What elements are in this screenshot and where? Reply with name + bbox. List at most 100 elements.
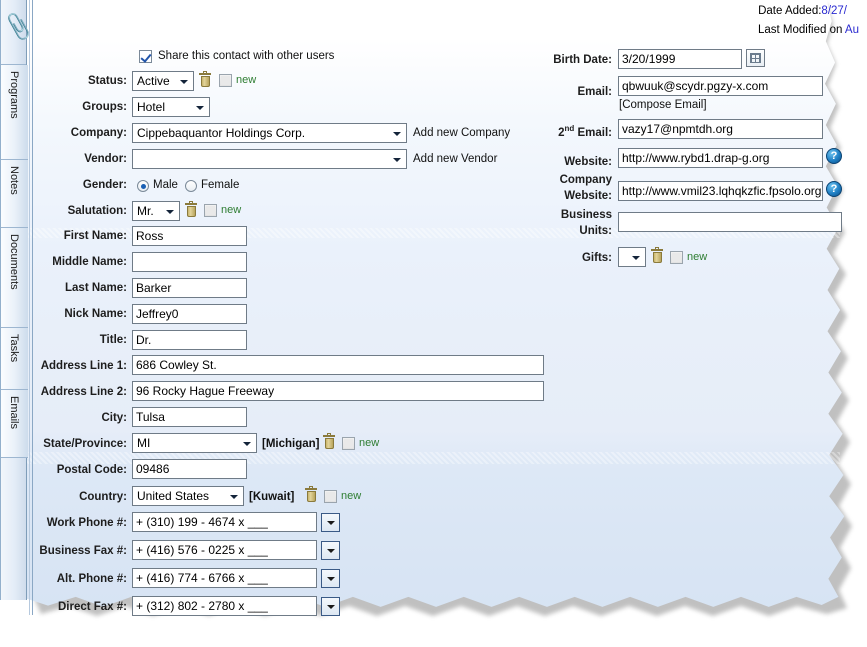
state-delete-icon[interactable] <box>323 433 335 449</box>
vendor-select[interactable] <box>132 149 407 169</box>
gender-male-label: Male <box>153 179 178 191</box>
sidebar-item-notes[interactable]: Notes <box>1 160 28 228</box>
sidebar-item-label: Documents <box>8 234 20 290</box>
business-fax-input[interactable]: + (416) 576 - 0225 x ___ <box>132 540 317 560</box>
salutation-delete-icon[interactable] <box>185 201 197 217</box>
calendar-icon[interactable] <box>746 49 765 67</box>
direct-fax-input[interactable]: + (312) 802 - 2780 x ___ <box>132 596 317 616</box>
status-select[interactable]: Active <box>132 71 194 91</box>
company-value: Cippebaquantor Holdings Corp. <box>137 126 306 140</box>
country-select[interactable]: United States <box>132 486 244 506</box>
city-label: City: <box>101 412 127 424</box>
status-new-label: new <box>236 74 257 86</box>
second-email-input[interactable]: vazy17@npmtdh.org <box>618 119 823 139</box>
sidebar-item-label: Notes <box>8 166 20 195</box>
country-resolved: [Kuwait] <box>249 491 295 503</box>
left-tab-strip: 📎 Programs Notes Documents Tasks Emails <box>0 0 35 600</box>
last-modified-label: Last Modified on <box>757 24 845 36</box>
gender-male-radio[interactable] <box>137 180 149 192</box>
share-contact-label: Share this contact with other users <box>158 50 335 62</box>
country-new-checkbox[interactable] <box>324 490 337 503</box>
alt-phone-input[interactable]: + (416) 774 - 6766 x ___ <box>132 568 317 588</box>
country-value: United States <box>137 489 210 503</box>
state-province-label: State/Province: <box>43 438 127 450</box>
city-input[interactable]: Tulsa <box>132 407 247 427</box>
country-delete-icon[interactable] <box>305 486 317 502</box>
chevron-down-icon <box>632 256 640 260</box>
business-units-input[interactable] <box>618 212 842 232</box>
date-added-label: Date Added: <box>758 5 822 17</box>
address-line-1-input[interactable]: 686 Cowley St. <box>132 355 544 375</box>
address-line-2-input[interactable]: 96 Rocky Hague Freeway <box>132 381 544 401</box>
contact-form: Date Added:8/27/ Last Modified on Au Sha… <box>27 0 867 625</box>
birth-date-label: Birth Date: <box>553 54 612 66</box>
country-new-label: new <box>341 490 362 502</box>
attachments-tab[interactable]: 📎 <box>1 10 35 65</box>
gifts-select[interactable] <box>618 247 646 267</box>
add-new-company-link[interactable]: Add new Company <box>413 127 510 139</box>
sidebar-item-label: Programs <box>8 71 20 119</box>
middle-name-input[interactable] <box>132 252 247 272</box>
groups-select[interactable]: Hotel <box>132 97 210 117</box>
website-input[interactable]: http://www.rybd1.drap-g.org <box>618 148 823 168</box>
first-name-label: First Name: <box>63 230 127 242</box>
nick-name-input[interactable]: Jeffrey0 <box>132 304 247 324</box>
alt-phone-label: Alt. Phone #: <box>56 573 127 585</box>
date-added-value: 8/27/ <box>821 5 847 17</box>
chevron-down-icon <box>327 605 335 609</box>
title-input[interactable]: Dr. <box>132 330 247 350</box>
state-province-select[interactable]: MI <box>132 433 257 453</box>
chevron-down-icon <box>327 549 335 553</box>
salutation-select[interactable]: Mr. <box>132 201 180 221</box>
status-new-checkbox[interactable] <box>219 74 232 87</box>
postal-code-input[interactable]: 09486 <box>132 459 247 479</box>
company-website-help-icon[interactable]: ? <box>826 181 842 197</box>
address-line-2-label: Address Line 2: <box>40 386 127 398</box>
business-fax-label: Business Fax #: <box>39 545 127 557</box>
status-delete-icon[interactable] <box>199 71 211 87</box>
company-website-input[interactable]: http://www.vmil23.lqhqkzfic.fpsolo.org <box>618 181 823 201</box>
state-province-value: MI <box>137 436 151 450</box>
direct-fax-label: Direct Fax #: <box>57 601 127 613</box>
gifts-new-checkbox[interactable] <box>670 251 683 264</box>
add-new-vendor-link[interactable]: Add new Vendor <box>413 153 497 165</box>
email-input[interactable]: qbwuuk@scydr.pgzy-x.com <box>618 76 823 96</box>
sidebar-item-programs[interactable]: Programs <box>1 65 28 160</box>
alt-phone-dropdown-button[interactable] <box>321 569 340 588</box>
groups-label: Groups: <box>82 101 127 113</box>
contact-detail-screenshot: 📎 Programs Notes Documents Tasks Emails … <box>0 0 867 647</box>
business-fax-dropdown-button[interactable] <box>321 541 340 560</box>
gender-label: Gender: <box>82 179 127 191</box>
work-phone-dropdown-button[interactable] <box>321 513 340 532</box>
company-select[interactable]: Cippebaquantor Holdings Corp. <box>132 123 407 143</box>
share-contact-checkbox[interactable] <box>139 50 152 63</box>
vendor-label: Vendor: <box>84 153 127 165</box>
salutation-new-checkbox[interactable] <box>204 204 217 217</box>
second-email-label: 2nd Email: <box>497 124 612 139</box>
company-website-label-line1: Company <box>559 174 612 186</box>
website-label: Website: <box>564 156 612 168</box>
nick-name-label: Nick Name: <box>64 308 127 320</box>
paperclip-icon: 📎 <box>2 11 35 42</box>
groups-value: Hotel <box>137 100 166 114</box>
gender-female-radio[interactable] <box>185 180 197 192</box>
gifts-delete-icon[interactable] <box>651 247 663 263</box>
website-help-icon[interactable]: ? <box>826 148 842 164</box>
state-new-checkbox[interactable] <box>342 437 355 450</box>
chevron-down-icon <box>327 577 335 581</box>
work-phone-input[interactable]: + (310) 199 - 4674 x ___ <box>132 512 317 532</box>
sidebar-item-documents[interactable]: Documents <box>1 228 28 328</box>
compose-email-link[interactable]: [Compose Email] <box>619 99 707 111</box>
email-label: Email: <box>577 86 612 98</box>
direct-fax-dropdown-button[interactable] <box>321 597 340 616</box>
work-phone-label: Work Phone #: <box>46 517 127 529</box>
sidebar-item-emails[interactable]: Emails <box>1 390 28 458</box>
first-name-input[interactable]: Ross <box>132 226 247 246</box>
last-name-input[interactable]: Barker <box>132 278 247 298</box>
birth-date-input[interactable]: 3/20/1999 <box>618 49 742 69</box>
business-units-label-line2: Units: <box>579 225 612 237</box>
sidebar-item-tasks[interactable]: Tasks <box>1 328 28 390</box>
status-label: Status: <box>88 75 127 87</box>
chevron-down-icon <box>180 80 188 84</box>
company-label: Company: <box>70 127 127 139</box>
